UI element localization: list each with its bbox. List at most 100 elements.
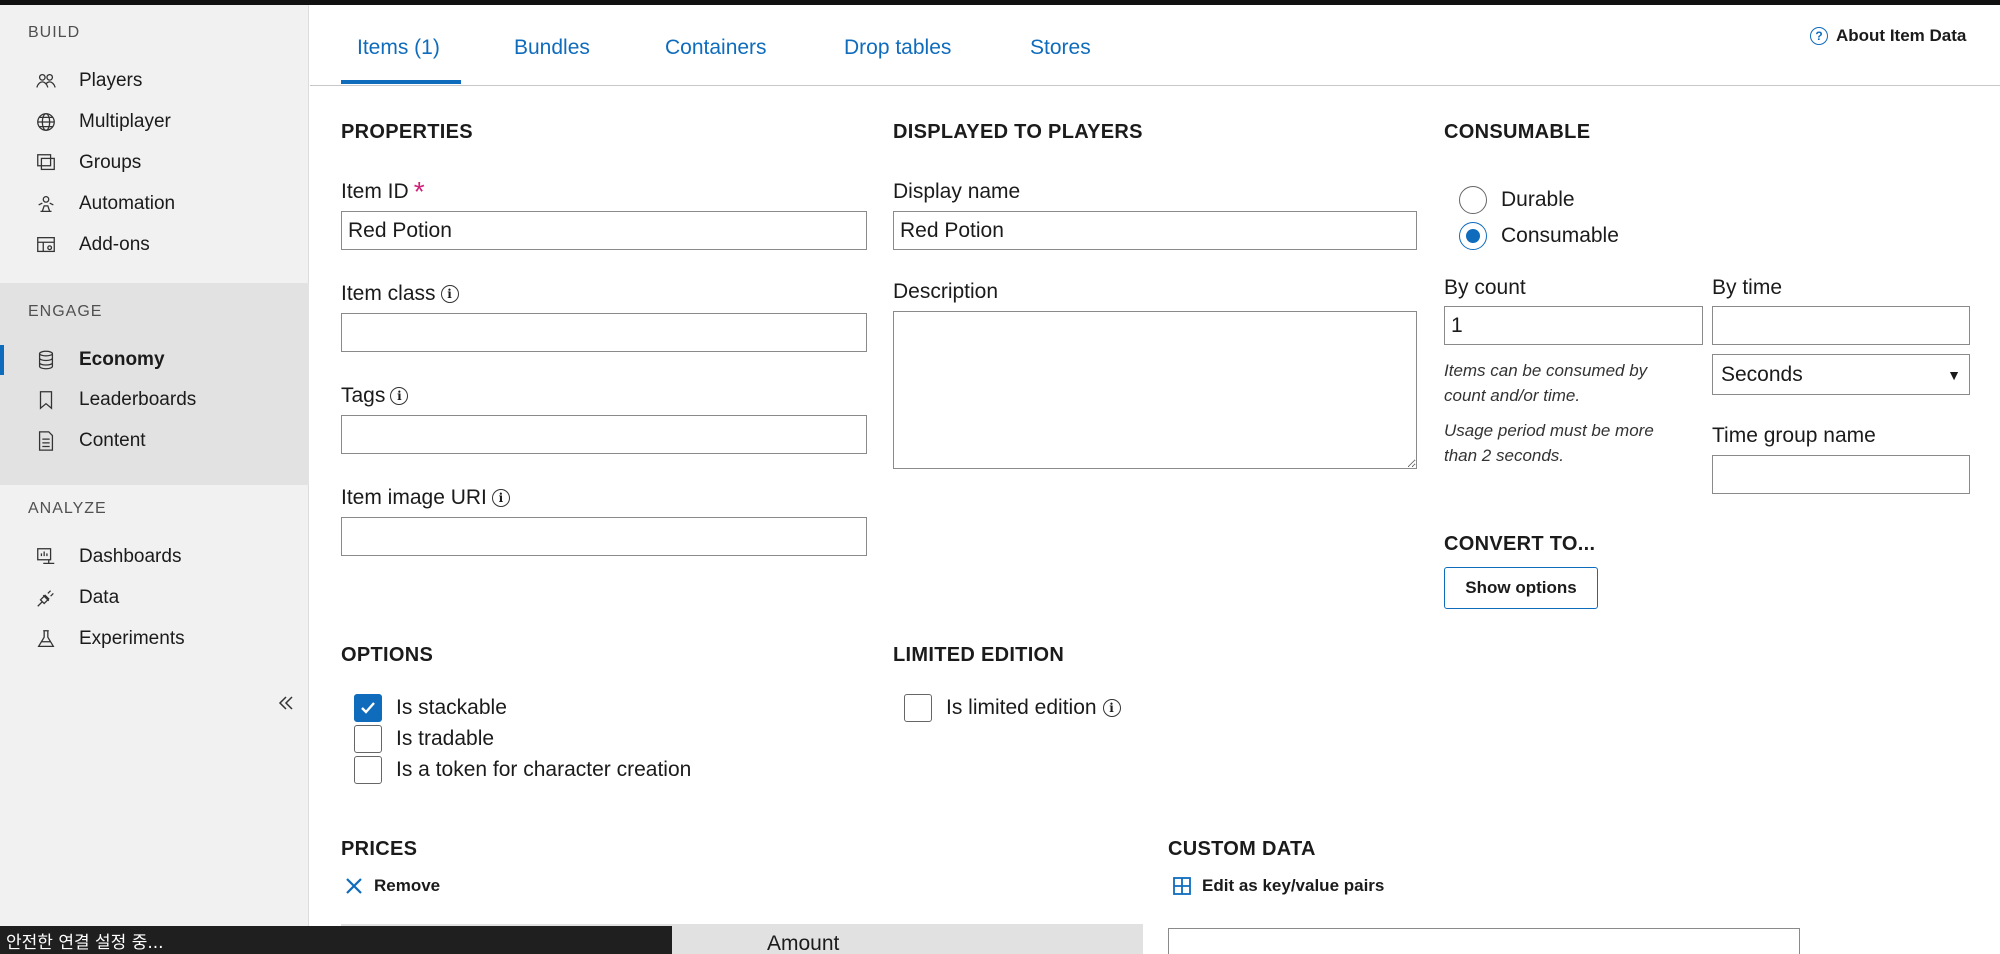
- item-id-label-text: Item ID: [341, 180, 409, 203]
- tradable-label: Is tradable: [396, 727, 495, 750]
- durable-radio[interactable]: Durable: [1459, 186, 1575, 214]
- by-time-input[interactable]: [1712, 306, 1970, 345]
- remove-price-button[interactable]: Remove: [344, 876, 440, 896]
- sidebar: BUILD Players Multiplayer Groups Automat…: [0, 5, 309, 954]
- sidebar-item-label: Add-ons: [79, 234, 150, 255]
- globe-icon: [34, 110, 58, 134]
- checkbox-checked: [354, 694, 382, 722]
- build-section-title: BUILD: [28, 24, 81, 41]
- sidebar-item-label: Groups: [79, 152, 142, 173]
- grid-icon: [1173, 877, 1191, 895]
- sidebar-item-data[interactable]: Data: [0, 579, 309, 617]
- tradable-checkbox[interactable]: Is tradable: [354, 725, 494, 753]
- radio-circle-selected: [1459, 222, 1487, 250]
- tab-stores[interactable]: Stores: [1030, 36, 1091, 60]
- consumable-radio[interactable]: Consumable: [1459, 222, 1619, 250]
- engage-section-title: ENGAGE: [28, 303, 103, 320]
- tags-input[interactable]: [341, 415, 867, 454]
- sidebar-item-economy[interactable]: Economy: [0, 341, 309, 379]
- about-item-data-link[interactable]: ? About Item Data: [1810, 26, 1966, 46]
- limited-edition-label: Is limited edition: [946, 696, 1097, 719]
- required-asterisk: *: [413, 176, 425, 207]
- sidebar-item-label: Experiments: [79, 628, 185, 649]
- display-name-input[interactable]: [893, 211, 1417, 250]
- sidebar-item-label: Multiplayer: [79, 111, 171, 132]
- analyze-section-title: ANALYZE: [28, 500, 107, 517]
- edit-key-value-label: Edit as key/value pairs: [1202, 876, 1385, 895]
- durable-label: Durable: [1501, 188, 1575, 211]
- image-uri-label: Item image URI i: [341, 486, 510, 510]
- sidebar-item-label: Automation: [79, 193, 176, 214]
- stackable-checkbox[interactable]: Is stackable: [354, 694, 507, 722]
- sidebar-item-players[interactable]: Players: [0, 62, 309, 100]
- character-token-checkbox[interactable]: Is a token for character creation: [354, 756, 691, 784]
- tab-containers[interactable]: Containers: [665, 36, 767, 60]
- active-tab-indicator: [341, 80, 461, 84]
- consumable-heading: CONSUMABLE: [1444, 121, 1591, 143]
- options-heading: OPTIONS: [341, 644, 434, 666]
- sidebar-item-leaderboards[interactable]: Leaderboards: [0, 381, 309, 419]
- document-icon: [34, 429, 58, 453]
- item-id-input[interactable]: [341, 211, 867, 250]
- plug-icon: [34, 586, 58, 610]
- sidebar-item-content[interactable]: Content: [0, 422, 309, 460]
- about-label: About Item Data: [1836, 26, 1967, 45]
- double-chevron-left-icon: [278, 696, 293, 710]
- item-class-label: Item class i: [341, 282, 459, 306]
- info-icon[interactable]: i: [390, 387, 409, 405]
- chevron-down-icon: ▼: [1947, 366, 1961, 383]
- item-class-label-text: Item class: [341, 282, 436, 305]
- by-time-label: By time: [1712, 276, 1783, 299]
- usage-period-hint: Usage period must be more than 2 seconds…: [1444, 421, 1654, 465]
- tags-label: Tags i: [341, 384, 409, 408]
- time-unit-select[interactable]: Seconds ▼: [1712, 354, 1970, 395]
- flask-icon: [34, 627, 58, 651]
- custom-data-editor[interactable]: [1168, 928, 1800, 954]
- dashboard-icon: [34, 545, 58, 569]
- display-name-label: Display name: [893, 180, 1021, 203]
- item-class-input[interactable]: [341, 313, 867, 352]
- checkbox-unchecked: [354, 756, 382, 784]
- tags-label-text: Tags: [341, 384, 386, 407]
- sidebar-item-label: Content: [79, 430, 146, 451]
- info-icon[interactable]: i: [440, 285, 459, 303]
- by-count-input[interactable]: [1444, 306, 1703, 345]
- groups-icon: [34, 151, 58, 175]
- tab-items[interactable]: Items (1): [357, 36, 440, 60]
- info-icon[interactable]: i: [491, 489, 510, 507]
- limited-edition-checkbox[interactable]: Is limited edition i: [904, 694, 1121, 722]
- sidebar-item-automation[interactable]: Automation: [0, 185, 309, 223]
- image-uri-input[interactable]: [341, 517, 867, 556]
- sidebar-item-dashboards[interactable]: Dashboards: [0, 538, 309, 576]
- description-label: Description: [893, 280, 999, 303]
- sidebar-item-label: Economy: [79, 349, 165, 370]
- help-icon: ?: [1810, 27, 1828, 45]
- time-group-input[interactable]: [1712, 455, 1970, 494]
- amount-column-header[interactable]: Amount: [767, 932, 839, 954]
- automation-icon: [34, 192, 58, 216]
- show-options-button[interactable]: Show options: [1444, 567, 1598, 609]
- bookmark-icon: [34, 388, 58, 412]
- limited-heading: LIMITED EDITION: [893, 644, 1065, 666]
- edit-key-value-button[interactable]: Edit as key/value pairs: [1172, 876, 1384, 896]
- image-uri-label-text: Item image URI: [341, 486, 487, 509]
- convert-heading: CONVERT TO...: [1444, 533, 1596, 555]
- description-textarea[interactable]: [893, 311, 1417, 469]
- collapse-sidebar-button[interactable]: [272, 689, 300, 717]
- tab-drop-tables[interactable]: Drop tables: [844, 36, 951, 60]
- info-icon[interactable]: i: [1102, 699, 1121, 717]
- players-icon: [34, 69, 58, 93]
- properties-heading: PROPERTIES: [341, 121, 473, 143]
- consumable-label: Consumable: [1501, 224, 1619, 247]
- custom-data-heading: CUSTOM DATA: [1168, 838, 1316, 860]
- sidebar-item-experiments[interactable]: Experiments: [0, 620, 309, 658]
- database-icon: [34, 348, 58, 372]
- sidebar-item-groups[interactable]: Groups: [0, 144, 309, 182]
- checkbox-unchecked: [904, 694, 932, 722]
- tab-bundles[interactable]: Bundles: [514, 36, 590, 60]
- displayed-heading: DISPLAYED TO PLAYERS: [893, 121, 1143, 143]
- sidebar-item-multiplayer[interactable]: Multiplayer: [0, 103, 309, 141]
- sidebar-item-label: Players: [79, 70, 143, 91]
- sidebar-item-add-ons[interactable]: Add-ons: [0, 226, 309, 264]
- consume-hint: Items can be consumed by count and/or ti…: [1444, 361, 1648, 405]
